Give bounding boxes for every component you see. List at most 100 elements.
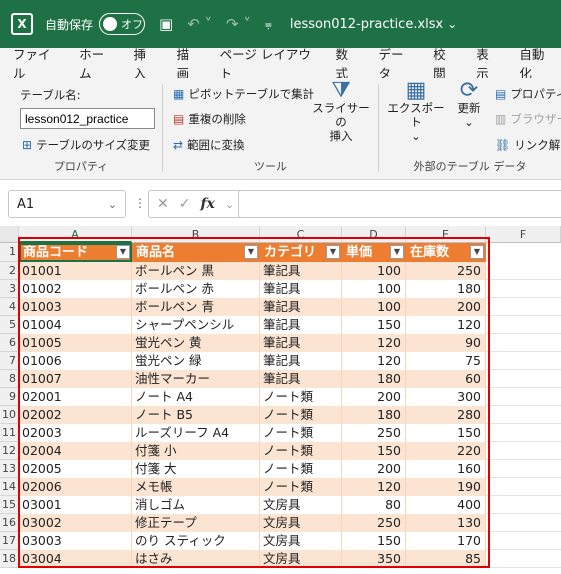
table-cell[interactable]: 筆記具 (260, 316, 342, 334)
table-cell[interactable]: 130 (406, 514, 486, 532)
table-cell[interactable]: 100 (342, 280, 406, 298)
table-cell[interactable]: 付箋 小 (132, 442, 260, 460)
tab-file[interactable]: ファイル (13, 44, 59, 82)
pivot-table-button[interactable]: ▦ ピボットテーブルで集計 (173, 86, 314, 102)
table-cell[interactable]: 筆記具 (260, 334, 342, 352)
redo-icon[interactable]: ↷ ˅ (226, 15, 251, 33)
row-header[interactable]: 2 (0, 262, 19, 280)
filter-dropdown-icon[interactable]: ▼ (326, 245, 340, 259)
table-cell[interactable]: 180 (342, 406, 406, 424)
table-cell[interactable]: シャープペンシル (132, 316, 260, 334)
save-icon[interactable]: ▣ (159, 15, 173, 33)
table-header-cell[interactable]: 単価 ▼ (342, 243, 406, 262)
select-all-corner[interactable] (0, 226, 19, 243)
row-header[interactable]: 15 (0, 496, 19, 514)
unlink-button[interactable]: ⛓リンク解除 (495, 137, 561, 153)
table-cell[interactable]: 03003 (19, 532, 132, 550)
table-cell[interactable]: 75 (406, 352, 486, 370)
formula-input[interactable] (238, 190, 561, 218)
table-cell[interactable]: 150 (406, 424, 486, 442)
tab-page-layout[interactable]: ページ レイアウト (220, 44, 316, 82)
table-cell[interactable]: 01003 (19, 298, 132, 316)
column-header-d[interactable]: D (342, 226, 406, 243)
table-cell[interactable]: 120 (406, 316, 486, 334)
column-header-a[interactable]: A (19, 226, 132, 243)
table-cell[interactable]: 03001 (19, 496, 132, 514)
table-cell[interactable]: 120 (342, 334, 406, 352)
table-cell[interactable]: 80 (342, 496, 406, 514)
table-cell[interactable]: 150 (342, 316, 406, 334)
table-cell[interactable]: 筆記具 (260, 352, 342, 370)
table-cell[interactable]: 文房具 (260, 550, 342, 568)
table-cell[interactable]: 160 (406, 460, 486, 478)
table-cell[interactable]: 250 (342, 424, 406, 442)
row-header[interactable]: 18 (0, 550, 19, 568)
table-cell[interactable]: ノート類 (260, 442, 342, 460)
table-cell[interactable]: 文房具 (260, 496, 342, 514)
insert-function-icon[interactable]: fx (200, 196, 214, 212)
chevron-down-icon[interactable]: ⌄ (447, 17, 457, 31)
table-header-cell[interactable]: 在庫数 ▼ (406, 243, 486, 262)
table-cell[interactable]: 筆記具 (260, 280, 342, 298)
table-header-cell[interactable]: 商品名 ▼ (132, 243, 260, 262)
table-cell[interactable]: 02005 (19, 460, 132, 478)
table-cell[interactable]: 02002 (19, 406, 132, 424)
table-cell[interactable]: 02006 (19, 478, 132, 496)
table-cell[interactable]: 170 (406, 532, 486, 550)
tab-automate[interactable]: 自動化 (519, 44, 554, 82)
table-cell[interactable]: 100 (342, 262, 406, 280)
table-cell[interactable]: 250 (406, 262, 486, 280)
file-name[interactable]: lesson012-practice.xlsx (290, 17, 443, 32)
table-cell[interactable]: 220 (406, 442, 486, 460)
refresh-button[interactable]: ⟳ 更新 ⌄ (451, 80, 487, 130)
column-header-c[interactable]: C (260, 226, 342, 243)
table-cell[interactable]: ノート類 (260, 406, 342, 424)
table-cell[interactable]: 筆記具 (260, 298, 342, 316)
table-cell[interactable]: 03002 (19, 514, 132, 532)
open-in-browser-button[interactable]: ▥ブラウザー (495, 111, 561, 127)
remove-duplicates-button[interactable]: ▤ 重複の削除 (173, 111, 246, 127)
table-cell[interactable]: ノート B5 (132, 406, 260, 424)
table-cell[interactable]: 01002 (19, 280, 132, 298)
table-cell[interactable]: 01001 (19, 262, 132, 280)
table-cell[interactable]: のり スティック (132, 532, 260, 550)
column-header-b[interactable]: B (132, 226, 260, 243)
table-cell[interactable]: 消しゴム (132, 496, 260, 514)
table-cell[interactable]: ノート類 (260, 460, 342, 478)
table-cell[interactable]: 02003 (19, 424, 132, 442)
undo-icon[interactable]: ↶ ˅ (187, 15, 212, 33)
table-cell[interactable]: 01005 (19, 334, 132, 352)
tab-home[interactable]: ホーム (79, 44, 113, 82)
table-cell[interactable]: 85 (406, 550, 486, 568)
chevron-down-icon[interactable]: ⌄ (225, 198, 234, 211)
row-header[interactable]: 13 (0, 460, 19, 478)
table-cell[interactable]: 01006 (19, 352, 132, 370)
table-cell[interactable]: 90 (406, 334, 486, 352)
table-cell[interactable]: 筆記具 (260, 370, 342, 388)
tab-formulas[interactable]: 数式 (335, 44, 358, 82)
export-button[interactable]: ▦ エクスポート ⌄ (385, 80, 447, 144)
table-cell[interactable]: ノート A4 (132, 388, 260, 406)
table-cell[interactable]: メモ帳 (132, 478, 260, 496)
table-cell[interactable]: 350 (342, 550, 406, 568)
table-cell[interactable]: 02004 (19, 442, 132, 460)
table-cell[interactable]: 250 (342, 514, 406, 532)
insert-slicer-button[interactable]: ⧩ スライサーの 挿入 (311, 80, 371, 144)
table-cell[interactable]: ノート類 (260, 478, 342, 496)
table-cell[interactable]: ボールペン 赤 (132, 280, 260, 298)
table-cell[interactable]: 180 (406, 280, 486, 298)
table-cell[interactable]: 筆記具 (260, 262, 342, 280)
table-cell[interactable]: ボールペン 青 (132, 298, 260, 316)
tab-draw[interactable]: 描画 (177, 44, 200, 82)
resize-table-button[interactable]: ⊞ テーブルのサイズ変更 (22, 137, 150, 153)
table-header-cell[interactable]: 商品コード ▼ (19, 243, 132, 262)
table-cell[interactable]: はさみ (132, 550, 260, 568)
table-cell[interactable]: 修正テープ (132, 514, 260, 532)
table-cell[interactable]: ノート類 (260, 424, 342, 442)
row-header[interactable]: 14 (0, 478, 19, 496)
row-header[interactable]: 8 (0, 370, 19, 388)
table-cell[interactable]: 蛍光ペン 黄 (132, 334, 260, 352)
table-cell[interactable]: 180 (342, 370, 406, 388)
row-header[interactable]: 11 (0, 424, 19, 442)
table-header-cell[interactable]: カテゴリ ▼ (260, 243, 342, 262)
